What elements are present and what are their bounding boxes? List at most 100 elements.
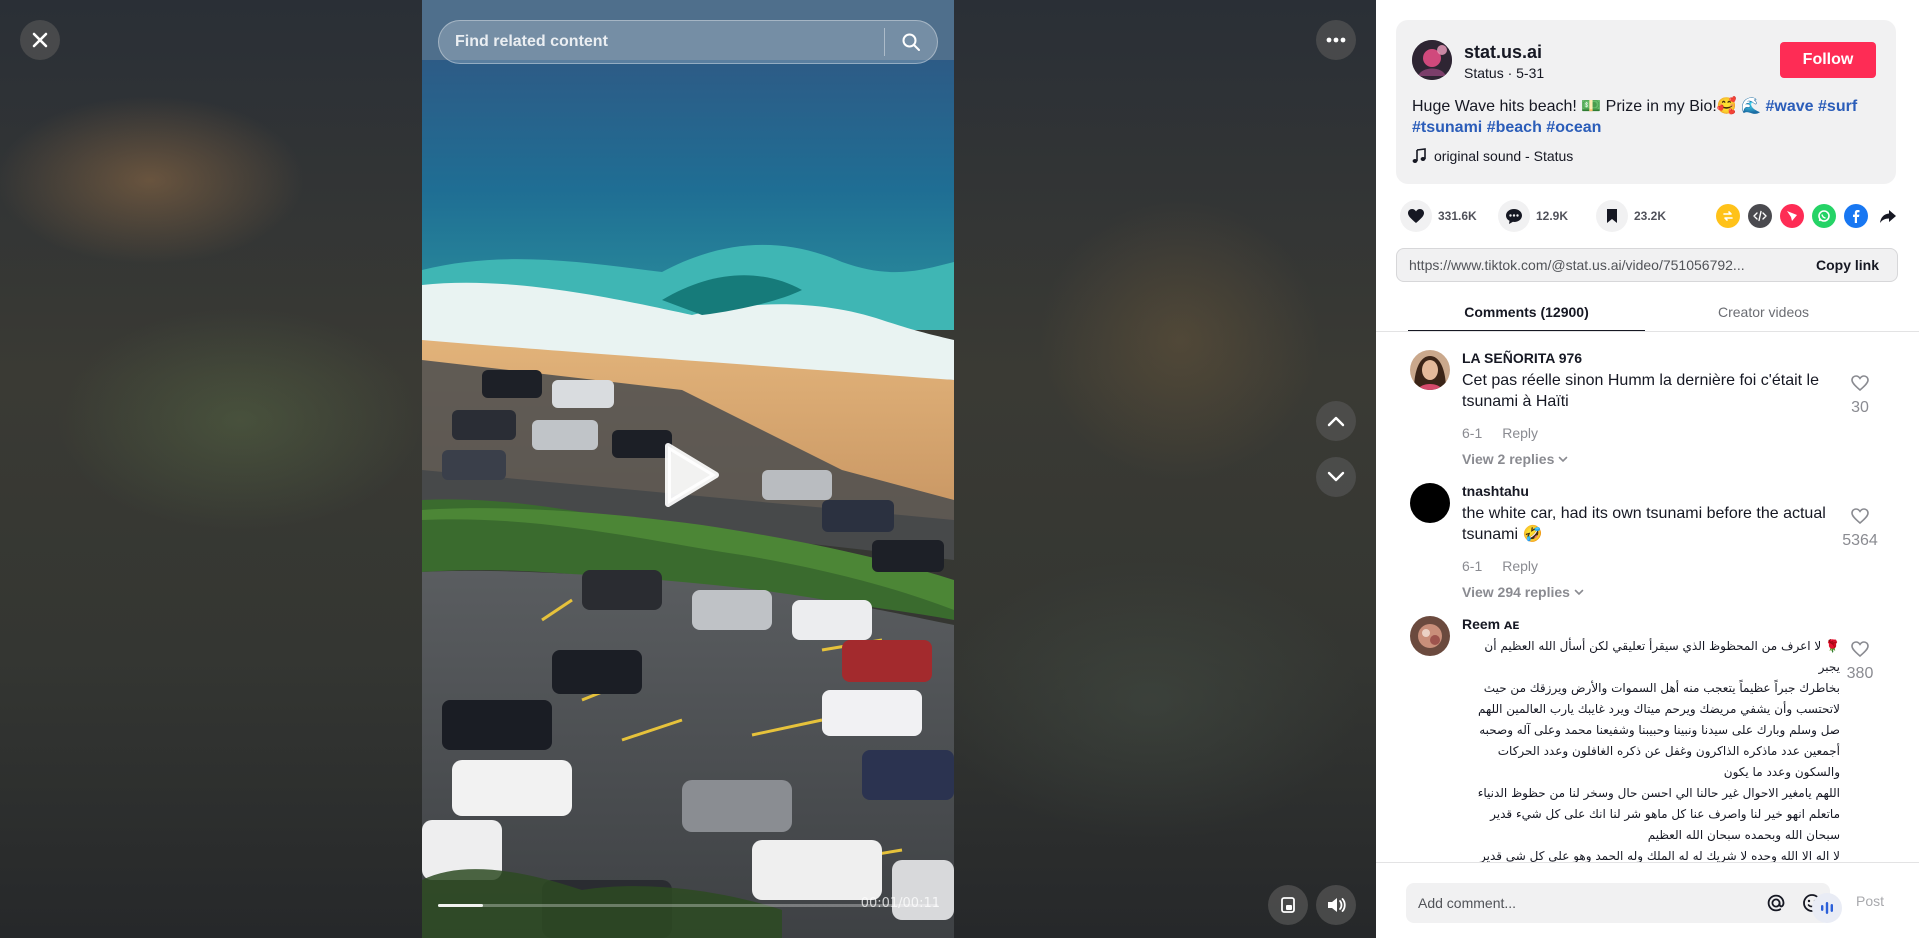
comment-like-button[interactable]: 380 <box>1830 640 1890 683</box>
comment-input[interactable] <box>1406 895 1758 911</box>
comment-button[interactable] <box>1498 200 1530 232</box>
mention-button[interactable] <box>1758 885 1794 921</box>
comment-like-count: 30 <box>1851 399 1869 416</box>
more-icon <box>1326 37 1346 43</box>
comment-meta: 6-1 Reply <box>1462 425 1538 441</box>
action-bar: 331.6K 12.9K 23.2K <box>1400 200 1900 232</box>
heart-outline-icon <box>1851 641 1869 658</box>
video-time: 00:01/00:11 <box>860 896 940 911</box>
avatar-image <box>1412 40 1452 80</box>
facebook-share-button[interactable] <box>1844 204 1868 228</box>
like-button[interactable] <box>1400 200 1432 232</box>
comment-like-button[interactable]: 30 <box>1830 374 1890 417</box>
chevron-down-icon <box>1574 589 1584 595</box>
avatar-image <box>1410 616 1450 656</box>
embed-share-button[interactable] <box>1748 204 1772 228</box>
author-username[interactable]: stat.us.ai <box>1464 42 1542 63</box>
chevron-down-icon <box>1327 471 1345 482</box>
volume-button[interactable] <box>1316 885 1356 925</box>
author-avatar[interactable] <box>1412 40 1452 80</box>
video-info-card: stat.us.ai Status · 5-31 Follow Huge Wav… <box>1396 20 1896 184</box>
hashtag[interactable]: #wave <box>1766 98 1814 115</box>
send-icon <box>1787 211 1797 221</box>
video-stage: 00:01/00:11 <box>0 0 1376 938</box>
next-video-button[interactable] <box>1316 457 1356 497</box>
comment-item: tnashtahu the white car, had its own tsu… <box>1410 483 1878 608</box>
comment-text: Cet pas réelle sinon Humm la dernière fo… <box>1462 372 1819 410</box>
comment-line: والسكون وعدد ما يكون <box>1723 765 1840 779</box>
comment-like-count: 5364 <box>1842 532 1878 549</box>
comment-line: 🌹 لا اعرف من المحظوظ الذي سيقرأ تعليقي ل… <box>1484 639 1840 674</box>
sound-link[interactable]: original sound - Status <box>1412 148 1573 164</box>
comment-bubble-icon <box>1506 208 1522 224</box>
hashtag[interactable]: #ocean <box>1546 119 1601 136</box>
avatar-image <box>1410 483 1450 523</box>
repost-share-button[interactable] <box>1716 204 1740 228</box>
more-options-button[interactable] <box>1316 20 1356 60</box>
view-replies-button[interactable]: View 294 replies <box>1462 584 1584 600</box>
chevron-down-icon <box>1559 456 1568 462</box>
description-text: Huge Wave hits beach! 💵 Prize in my Bio!… <box>1412 98 1766 115</box>
comment-like-count: 380 <box>1846 665 1874 682</box>
comment-like-button[interactable]: 5364 <box>1830 507 1890 550</box>
comment-date: 6-1 <box>1462 558 1483 574</box>
post-comment-button[interactable]: Post <box>1856 893 1884 909</box>
send-share-button[interactable] <box>1780 204 1804 228</box>
heart-outline-icon <box>1851 508 1869 525</box>
save-button[interactable] <box>1596 200 1628 232</box>
comment-line: صل وسلم وبارك على سيدنا ونبينا وحبيبنا و… <box>1479 723 1840 737</box>
view-replies-button[interactable]: View 2 replies <box>1462 451 1568 467</box>
play-icon <box>665 443 719 507</box>
comment-input-box[interactable] <box>1406 883 1830 923</box>
close-button[interactable] <box>20 20 60 60</box>
comment-item: LA SEÑORITA 976 Cet pas réelle sinon Hum… <box>1410 350 1870 475</box>
commenter-name[interactable]: tnashtahu <box>1462 483 1529 499</box>
video-progress-fill <box>438 904 483 907</box>
copy-link-button[interactable]: Copy link <box>1802 257 1897 273</box>
hashtag[interactable]: #beach <box>1487 119 1542 136</box>
hashtag[interactable]: #surf <box>1818 98 1857 115</box>
like-action[interactable]: 331.6K <box>1400 200 1477 232</box>
author-subline: Status · 5-31 <box>1464 65 1545 81</box>
commenter-name[interactable]: Reem ᴀᴇ <box>1462 616 1519 632</box>
hashtag[interactable]: #tsunami <box>1412 119 1482 136</box>
previous-video-button[interactable] <box>1316 401 1356 441</box>
volume-icon <box>1328 898 1346 912</box>
music-note-icon <box>1412 148 1426 163</box>
search-button[interactable] <box>885 20 937 64</box>
pip-icon <box>1281 897 1295 913</box>
comment-line: لاتحتسب وأن يشفي مريضك ويرحم ميتاك ويرد … <box>1478 702 1840 716</box>
commenter-avatar[interactable] <box>1410 350 1450 390</box>
commenter-avatar[interactable] <box>1410 483 1450 523</box>
commenter-avatar[interactable] <box>1410 616 1450 656</box>
like-count: 331.6K <box>1438 209 1477 223</box>
picture-in-picture-button[interactable] <box>1268 885 1308 925</box>
related-search-input[interactable] <box>439 33 884 51</box>
follow-button[interactable]: Follow <box>1780 42 1876 78</box>
whatsapp-share-button[interactable] <box>1812 204 1836 228</box>
tabs-divider <box>1376 331 1919 332</box>
comment-action[interactable]: 12.9K <box>1498 200 1568 232</box>
reply-button[interactable]: Reply <box>1502 425 1538 441</box>
detail-panel: stat.us.ai Status · 5-31 Follow Huge Wav… <box>1376 0 1919 938</box>
play-button[interactable] <box>658 440 722 510</box>
save-action[interactable]: 23.2K <box>1596 200 1666 232</box>
comment-text: the white car, had its own tsunami befor… <box>1462 505 1826 543</box>
tab-creator-videos[interactable]: Creator videos <box>1645 296 1882 332</box>
related-search-box[interactable] <box>438 20 938 64</box>
save-count: 23.2K <box>1634 209 1667 223</box>
video-player[interactable]: 00:01/00:11 <box>422 0 954 938</box>
sound-label: original sound - Status <box>1434 148 1574 164</box>
tab-comments[interactable]: Comments (12900) <box>1408 296 1645 332</box>
more-share-button[interactable] <box>1876 204 1900 228</box>
reply-button[interactable]: Reply <box>1502 558 1538 574</box>
comment-line: اللهم يامغير الاحوال غير حالنا الي احسن … <box>1477 786 1840 800</box>
embed-code-icon <box>1753 210 1767 222</box>
commenter-name[interactable]: LA SEÑORITA 976 <box>1462 350 1582 366</box>
share-link-url[interactable]: https://www.tiktok.com/@stat.us.ai/video… <box>1397 257 1802 273</box>
comment-line: سبحان الله وبحمده سبحان الله العظيم <box>1647 828 1840 842</box>
voice-assistant-button[interactable] <box>1812 893 1842 923</box>
heart-outline-icon <box>1851 375 1869 392</box>
heart-icon <box>1408 209 1424 223</box>
comment-line: أجمعين عدد ماذكره الذاكرون وغفل عن ذكره … <box>1497 744 1840 758</box>
